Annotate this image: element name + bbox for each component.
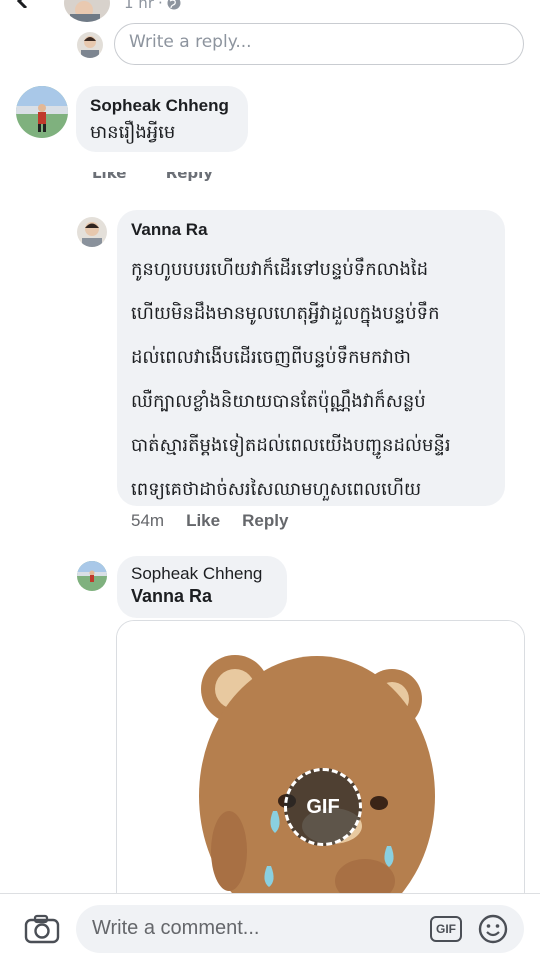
like-button[interactable]: Like (92, 172, 126, 182)
mention-tag[interactable]: Vanna Ra (131, 586, 273, 607)
comment-text: មានរឿងអ្វីមេ (90, 122, 176, 143)
comment-line: ដល់ពេលវាងើបដើរចេញពីបន្ទប់ទឹកមកវាថា (131, 347, 411, 368)
comment-line: កូនហូបបបរហើយវាក៏ដើរទៅបន្ទប់ទឹកលាងដៃ (131, 259, 429, 280)
smiley-icon[interactable] (478, 914, 508, 944)
comment-text: កូនហូបបបរហើយវាក៏ដើរទៅបន្ទប់ទឹកលាងដៃ ហើយម… (131, 248, 491, 512)
separator: · (158, 0, 163, 12)
bear-gif-image (117, 621, 524, 909)
comment-author[interactable]: Vanna Ra (131, 220, 491, 240)
globe-icon (167, 0, 181, 10)
camera-icon[interactable] (24, 914, 60, 944)
reply-input[interactable]: Write a reply... (114, 23, 524, 65)
comment-line: បាត់ស្មារតីម្តងទៀតដល់ពេលយើងបញ្ជូនដល់មន្ទ… (131, 435, 451, 456)
comment-time[interactable]: 54m (131, 511, 164, 531)
timestamp[interactable]: 1 hr (124, 0, 154, 12)
gif-button[interactable]: GIF (430, 916, 462, 942)
back-chevron-icon[interactable] (16, 0, 30, 8)
avatar (77, 32, 103, 58)
reply-button[interactable]: Reply (242, 511, 288, 531)
avatar[interactable] (77, 561, 107, 591)
post-meta: 1 hr · (124, 0, 181, 12)
avatar[interactable] (16, 86, 68, 138)
comment-bubble: Sopheak Chheng Vanna Ra (117, 556, 287, 618)
comment-input[interactable]: Write a comment... GIF (76, 905, 524, 953)
comment-line: ពេទ្យគេថាដាច់សរសៃឈាមហួសពេលហើយ (131, 479, 422, 500)
comment-placeholder: Write a comment... (92, 917, 260, 939)
reply-button[interactable]: Reply (166, 172, 213, 182)
comment-actions: Like Reply (92, 172, 247, 186)
gif-attachment[interactable]: GIF (116, 620, 525, 910)
avatar[interactable] (77, 217, 107, 247)
comment-author[interactable]: Sopheak Chheng (131, 564, 273, 584)
comment-composer: Write a comment... GIF (0, 893, 540, 960)
comment-author[interactable]: Sopheak Chheng (90, 96, 234, 116)
comment-line: ឈឺក្បាលខ្លាំងនិយាយបានតែប៉ុណ្ណឹងវាក៏សន្លប… (131, 391, 426, 412)
comment-line: ហើយមិនដឹងមានមូលហេតុអ្វីវាដួលក្នុងបន្ទប់ទ… (131, 303, 440, 324)
comment-actions: 54m Like Reply (131, 511, 288, 531)
gif-play-badge[interactable]: GIF (284, 768, 362, 846)
comment-bubble: Sopheak Chheng មានរឿងអ្វីមេ (76, 86, 248, 152)
like-button[interactable]: Like (186, 511, 220, 531)
comment-bubble: Vanna Ra កូនហូបបបរហើយវាក៏ដើរទៅបន្ទប់ទឹកល… (117, 210, 505, 506)
avatar[interactable] (64, 0, 110, 22)
